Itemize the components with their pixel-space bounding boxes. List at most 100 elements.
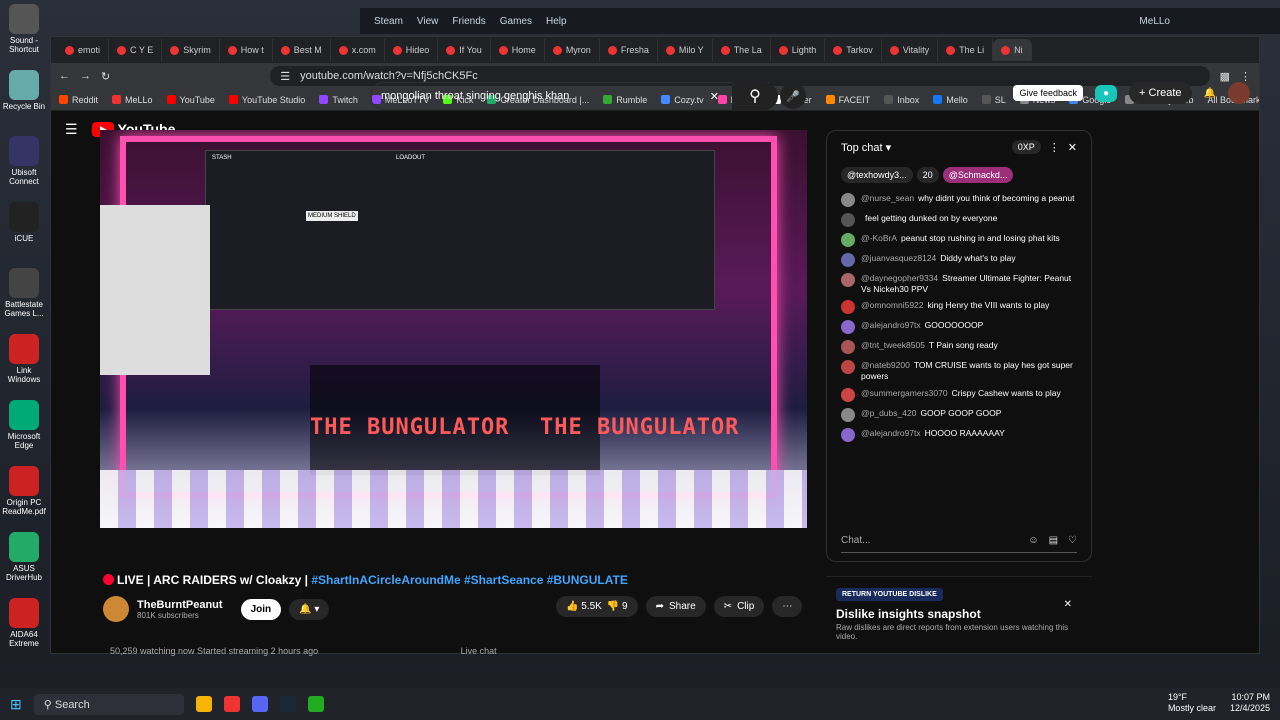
bookmark-item[interactable]: YouTube Studio (228, 95, 305, 105)
chat-author[interactable]: @p_dubs_420 (861, 408, 916, 418)
desktop-shortcut[interactable]: Microsoft Edge (0, 396, 48, 462)
browser-tab[interactable]: The La (713, 39, 771, 61)
chat-author[interactable]: @daynegopher9334 (861, 273, 938, 283)
chat-message[interactable]: @summergamers3070 Crispy Cashew wants to … (841, 387, 1077, 402)
chat-author[interactable]: @summergamers3070 (861, 388, 948, 398)
file-explorer-icon[interactable] (195, 696, 212, 712)
browser-tab[interactable]: Best M (273, 39, 331, 61)
join-button[interactable]: Join (240, 598, 282, 620)
browser-tab[interactable]: Milo Y (658, 39, 713, 61)
browser-tab[interactable]: Hideo (385, 39, 439, 61)
chat-message[interactable]: @tnt_tweek8505 T Pain song ready (841, 340, 1077, 355)
give-feedback-button[interactable]: Give feedback (1013, 85, 1083, 101)
browser-tab[interactable]: C Y E (109, 39, 163, 61)
bookmark-item[interactable]: Twitch (319, 95, 358, 105)
chat-avatar[interactable] (841, 320, 855, 335)
chat-avatar[interactable] (841, 193, 855, 207)
pinned-chip[interactable]: 20 (916, 167, 939, 183)
pinned-chip[interactable]: @Schmackd... (942, 167, 1014, 183)
steam-title[interactable]: Steam (374, 16, 403, 27)
browser-tab[interactable]: If You (438, 39, 491, 61)
live-chat-tab[interactable]: Live chat (461, 646, 497, 656)
chat-message[interactable]: feel getting dunked on by everyone (841, 213, 1077, 227)
emoji-icon[interactable]: ☺ (1028, 535, 1038, 546)
bookmark-item[interactable]: Reddit (59, 95, 98, 105)
desktop-shortcut[interactable]: Ubisoft Connect (0, 132, 48, 198)
browser-tab[interactable]: Vitality (882, 39, 939, 61)
notifications-icon[interactable]: 🔔 (1204, 88, 1216, 99)
desktop-shortcut[interactable]: iCUE (0, 198, 48, 264)
chat-message[interactable]: @nateb9200 TOM CRUISE wants to play hes g… (841, 360, 1077, 381)
desktop-shortcut[interactable]: Sound - Shortcut (0, 0, 48, 66)
chat-author[interactable]: @juanvasquez8124 (861, 253, 936, 263)
weather-widget[interactable]: 19°F Mostly clear (1168, 692, 1216, 714)
windows-start-icon[interactable]: ⊞ (10, 696, 22, 713)
steam-user[interactable]: MeLLo (1139, 16, 1170, 27)
chat-message[interactable]: @-KoBrA peanut stop rushing in and losing… (841, 233, 1077, 247)
chat-input[interactable]: Chat... ☺ ▤ ♡ (841, 529, 1077, 553)
chat-avatar[interactable] (841, 427, 855, 442)
channel-name[interactable]: TheBurntPeanut (137, 599, 223, 611)
heart-icon[interactable]: ♡ (1068, 535, 1077, 546)
bookmark-item[interactable]: Mello (933, 95, 968, 105)
extensions-icon[interactable]: ▩ (1220, 70, 1230, 83)
chat-menu-icon[interactable]: ⋮ (1049, 141, 1060, 154)
chat-avatar[interactable] (841, 360, 855, 375)
dislike-button[interactable]: 👎 9 (607, 601, 628, 612)
bookmark-item[interactable]: SL (981, 95, 1006, 105)
steam-menu-view[interactable]: View (417, 16, 439, 27)
chat-avatar[interactable] (841, 300, 855, 315)
chat-message[interactable]: @p_dubs_420 GOOP GOOP GOOP (841, 407, 1077, 422)
chat-author[interactable]: @nateb9200 (861, 360, 910, 370)
chat-avatar[interactable] (841, 340, 855, 355)
close-icon[interactable]: ✕ (1064, 599, 1072, 610)
chat-avatar[interactable] (841, 273, 855, 287)
steam-icon[interactable] (279, 696, 296, 712)
browser-tab[interactable]: The Li (938, 39, 994, 61)
forward-icon[interactable]: → (80, 70, 91, 82)
channel-avatar[interactable] (103, 596, 129, 622)
notification-bell-button[interactable]: 🔔 ▾ (289, 598, 330, 620)
browser-tab[interactable]: Myron (545, 39, 600, 61)
share-button[interactable]: ➦ Share (645, 596, 706, 617)
xp-badge[interactable]: 0XP (1011, 140, 1041, 154)
browser-tab[interactable]: x.com (331, 39, 385, 61)
chat-message[interactable]: @juanvasquez8124 Diddy what's to play (841, 253, 1077, 267)
hamburger-icon[interactable]: ☰ (65, 121, 78, 138)
close-chat-icon[interactable]: ✕ (1068, 141, 1077, 154)
chat-author[interactable]: @alejandro97tx (861, 320, 921, 330)
desktop-shortcut[interactable]: Origin PC ReadMe.pdf (0, 462, 48, 528)
bookmark-item[interactable]: MeLLo (112, 95, 153, 105)
steam-menu-games[interactable]: Games (500, 16, 532, 27)
browser-tab[interactable]: Ni (993, 39, 1032, 61)
site-info-icon[interactable]: ☰ (280, 70, 290, 83)
bookmark-item[interactable]: YouTube (166, 95, 215, 105)
super-chat-icon[interactable]: ▤ (1049, 535, 1058, 546)
chat-avatar[interactable] (841, 213, 855, 227)
desktop-shortcut[interactable]: ASUS DriverHub (0, 528, 48, 594)
browser-tab[interactable]: How t (220, 39, 273, 61)
chat-message[interactable]: @alejandro97tx GOOOOOOOP (841, 320, 1077, 335)
taskbar-search[interactable]: ⚲ Search (33, 693, 184, 715)
bookmark-item[interactable]: Inbox (884, 95, 919, 105)
top-chat-dropdown[interactable]: Top chat ▾ (841, 141, 891, 154)
chat-author[interactable]: @nurse_sean (861, 193, 914, 203)
clock[interactable]: 10:07 PM 12/4/2025 (1230, 692, 1270, 714)
chat-avatar[interactable] (841, 407, 855, 422)
search-input[interactable]: mongolian throat singing genghis khan ✕ (370, 82, 770, 110)
more-actions-button[interactable]: ⋯ (772, 596, 803, 617)
steam-menu-friends[interactable]: Friends (452, 16, 485, 27)
reload-icon[interactable]: ↻ (101, 70, 110, 83)
browser-tab[interactable]: Lighth (771, 39, 826, 61)
search-text[interactable]: mongolian throat singing genghis khan (381, 90, 569, 102)
chat-avatar[interactable] (841, 387, 855, 402)
discord-icon[interactable] (251, 696, 268, 712)
chat-message[interactable]: @omnomni5922 king Henry the VIII wants to… (841, 300, 1077, 315)
browser-tab[interactable]: Tarkov (825, 39, 882, 61)
steam-menu-help[interactable]: Help (546, 16, 567, 27)
back-icon[interactable]: ← (59, 70, 70, 82)
voice-search-button[interactable]: 🎤 (780, 83, 806, 109)
chat-avatar[interactable] (841, 233, 855, 247)
account-avatar[interactable] (1228, 82, 1250, 104)
chat-author[interactable]: @omnomni5922 (861, 300, 924, 310)
